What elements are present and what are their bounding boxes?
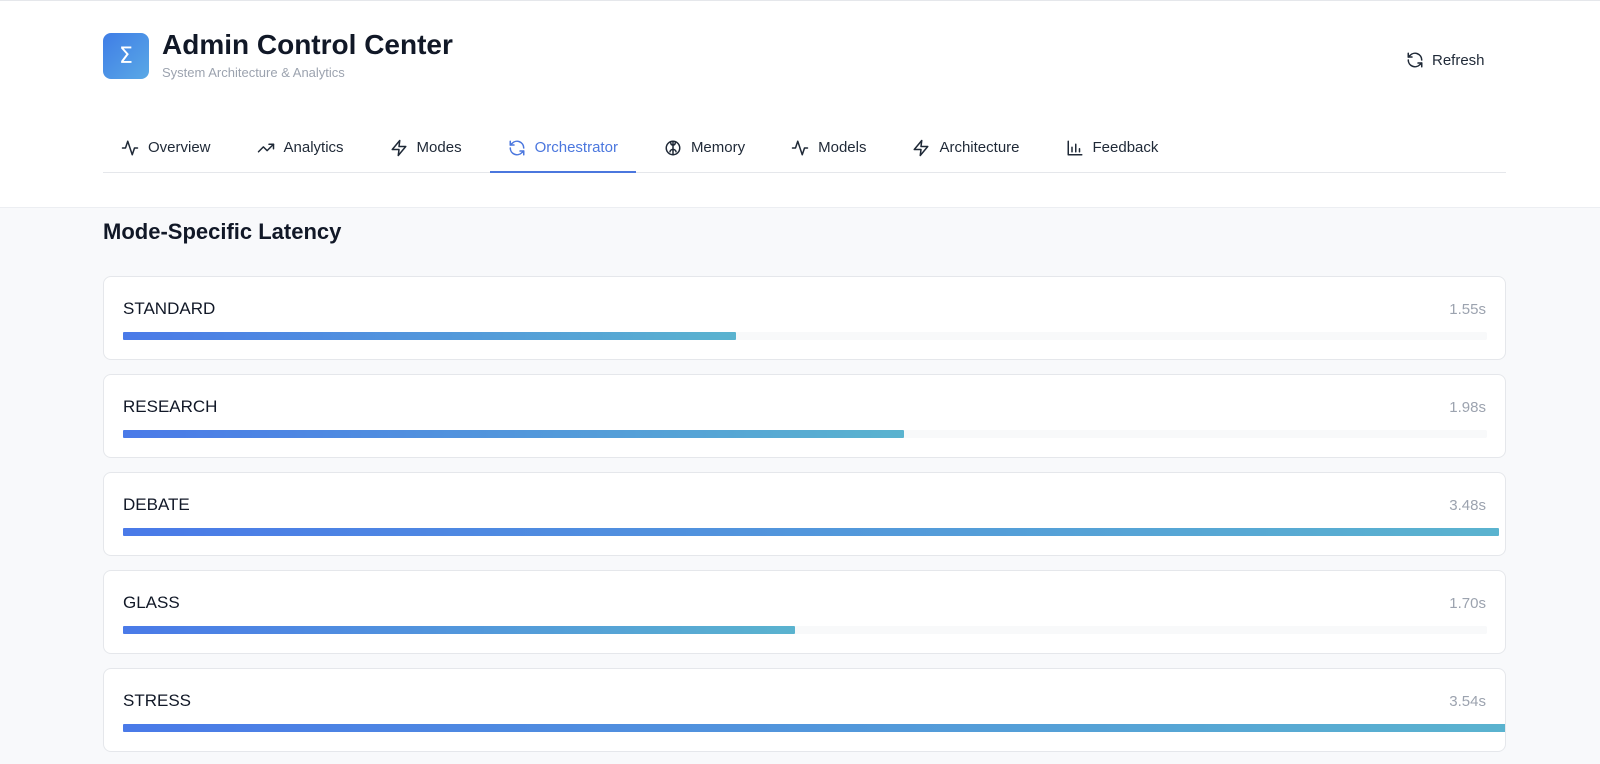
trending-up-icon [257,139,275,157]
tab-memory[interactable]: Memory [646,123,763,172]
latency-card: DEBATE 3.48s [103,472,1506,556]
mode-label: STANDARD [123,299,216,318]
activity-icon [791,139,809,157]
latency-bar-fill [123,528,1499,536]
latency-bar-track [123,626,1487,634]
tab-models[interactable]: Models [773,123,884,172]
latency-list: STANDARD 1.55s RESEARCH 1.98s DEBATE 3.48s GLA… [103,276,1506,764]
tab-label: Modes [416,139,462,156]
latency-value: 3.48s [1449,497,1486,514]
refresh-icon [1406,51,1424,69]
refresh-label: Refresh [1432,51,1485,69]
logo-icon: Σ [103,33,149,79]
refresh-icon [508,139,526,157]
latency-bar-fill [123,724,1505,732]
latency-value: 1.98s [1449,399,1486,416]
section-title: Mode-Specific Latency [103,219,342,244]
latency-value: 1.55s [1449,301,1486,318]
tab-overview[interactable]: Overview [103,123,229,172]
tab-label: Architecture [939,139,1020,156]
latency-bar-fill [123,332,736,340]
latency-card: STRESS 3.54s [103,668,1506,752]
tab-label: Memory [690,139,746,156]
tab-label: Orchestrator [534,139,618,156]
tab-label: Models [818,139,867,156]
bar-chart-icon [1066,139,1084,157]
latency-card: RESEARCH 1.98s [103,374,1506,458]
latency-bar-track [123,332,1487,340]
tab-feedback[interactable]: Feedback [1048,123,1177,172]
latency-bar-track [123,528,1499,536]
tab-label: Overview [148,139,211,156]
app-subtitle: System Architecture & Analytics [162,65,345,80]
tab-label: Analytics [283,139,344,156]
latency-bar-track [123,724,1505,732]
mode-label: GLASS [123,593,180,612]
latency-value: 3.54s [1449,693,1486,710]
tab-architecture[interactable]: Architecture [894,123,1037,172]
latency-card: STANDARD 1.55s [103,276,1506,360]
app-title: Admin Control Center [162,29,453,60]
latency-card: GLASS 1.70s [103,570,1506,654]
tab-analytics[interactable]: Analytics [239,123,362,172]
latency-value: 1.70s [1449,595,1486,612]
latency-bar-track [123,430,1487,438]
mode-label: DEBATE [123,495,190,514]
latency-bar-fill [123,626,795,634]
mode-label: STRESS [123,691,192,710]
tab-orchestrator[interactable]: Orchestrator [489,123,637,173]
header: Σ Admin Control Center System Architectu… [0,0,1600,208]
brain-icon [664,139,682,157]
latency-bar-fill [123,430,904,438]
mode-label: RESEARCH [123,397,218,416]
zap-icon [390,139,408,157]
zap-icon [912,139,930,157]
refresh-button[interactable]: Refresh [1396,44,1497,76]
tab-modes[interactable]: Modes [372,123,480,172]
tab-label: Feedback [1092,139,1159,156]
tab-bar: Overview Analytics Modes Orchestrator Memory… [103,123,1506,173]
activity-icon [121,139,139,157]
